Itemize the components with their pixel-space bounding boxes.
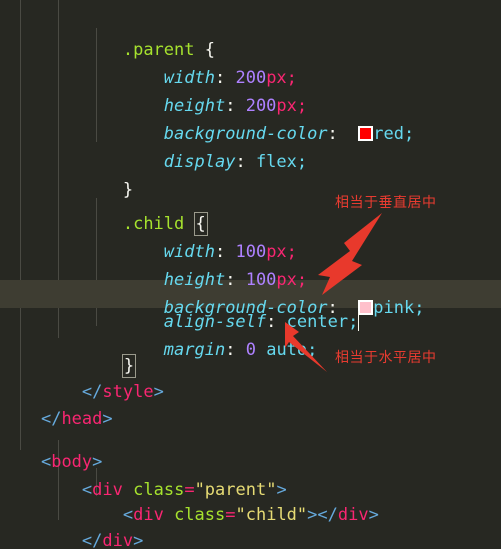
annotation-horizontal-center: 相当于水平居中 xyxy=(335,350,437,366)
code-editor[interactable]: .parent { width: 200px; height: 200px; b… xyxy=(0,0,501,549)
code-line-20[interactable]: </div> xyxy=(0,499,501,549)
annotation-vertical-center: 相当于垂直居中 xyxy=(335,195,437,211)
code-line-21[interactable]: </body> xyxy=(0,524,501,549)
code-line-8[interactable]: width: 100px; xyxy=(0,210,501,262)
code-line-0[interactable]: .parent { xyxy=(0,8,501,60)
code-line-1[interactable]: width: 200px; xyxy=(0,36,501,88)
code-line-9[interactable]: height: 100px; xyxy=(0,238,501,290)
code-line-4[interactable]: display: flex; xyxy=(0,120,501,172)
code-line-19[interactable]: <div class="child"></div> xyxy=(0,473,501,525)
code-line-3[interactable]: background-color: red; xyxy=(0,92,501,144)
code-line-2[interactable]: height: 200px; xyxy=(0,64,501,116)
code-line-15[interactable]: </head> xyxy=(0,377,501,429)
code-line-17[interactable]: <body> xyxy=(0,420,501,472)
code-line-18[interactable]: <div class="parent"> xyxy=(0,448,501,500)
code-line-11-active[interactable]: align-self: center; xyxy=(0,280,501,332)
code-line-5[interactable]: } xyxy=(0,148,501,200)
